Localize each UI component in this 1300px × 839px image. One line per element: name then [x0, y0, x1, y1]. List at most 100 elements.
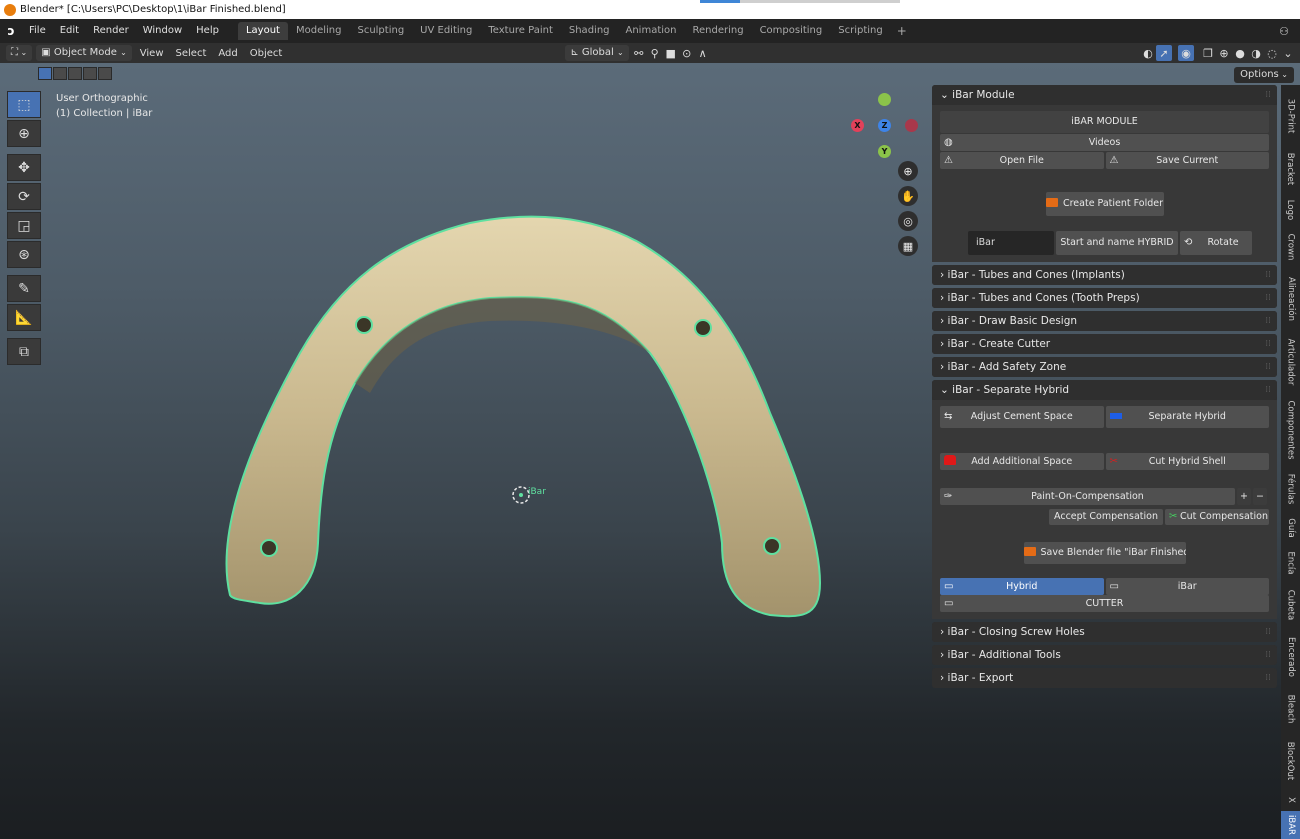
perspective-grid-icon[interactable]: ▦ — [898, 236, 918, 256]
tab-cubeta[interactable]: Cubeta — [1281, 583, 1300, 627]
tab-3d-print[interactable]: 3D-Print — [1281, 89, 1300, 143]
separate-hybrid-button[interactable]: Separate Hybrid — [1105, 406, 1269, 428]
menu-edit[interactable]: Edit — [53, 19, 86, 43]
pan-hand-icon[interactable]: ✋ — [898, 186, 918, 206]
drag-grip-icon[interactable]: ⁞⁞ — [1265, 85, 1271, 105]
menu-file[interactable]: File — [22, 19, 53, 43]
gizmo-y-positive-icon[interactable] — [878, 93, 891, 106]
tab-logo[interactable]: Logo — [1281, 195, 1300, 225]
drag-grip-icon[interactable]: ⁞⁞ — [1265, 668, 1271, 688]
add-compensation-button[interactable]: + — [1237, 488, 1251, 505]
tab-componentes[interactable]: Componentes — [1281, 395, 1300, 465]
tab-alineacion[interactable]: Alineación — [1281, 269, 1300, 329]
gizmo-y-axis-icon[interactable]: Y — [878, 145, 891, 158]
tab-x[interactable]: X — [1281, 791, 1300, 809]
videos-button[interactable]: ◍ Videos — [940, 134, 1269, 151]
paint-on-compensation-button[interactable]: ✑ Paint-On-Compensation — [940, 488, 1235, 505]
shading-material-icon[interactable]: ◑ — [1248, 45, 1264, 61]
name-input[interactable]: iBar — [968, 231, 1054, 255]
tab-articulador[interactable]: Articulador — [1281, 331, 1300, 393]
tab-layout[interactable]: Layout — [237, 22, 288, 40]
drag-grip-icon[interactable]: ⁞⁞ — [1265, 334, 1271, 354]
add-workspace-icon[interactable]: + — [891, 24, 913, 38]
ibar-model[interactable] — [0, 63, 930, 839]
tab-bracket[interactable]: Bracket — [1281, 145, 1300, 193]
panel-header-draw-design[interactable]: › iBar - Draw Basic Design ⁞⁞ — [932, 311, 1277, 331]
start-hybrid-button[interactable]: Start and name HYBRID — [1056, 231, 1178, 255]
remove-compensation-button[interactable]: − — [1253, 488, 1267, 505]
options-dropdown[interactable]: Options — [1234, 67, 1294, 83]
tab-blockout[interactable]: BlockOut — [1281, 733, 1300, 789]
panel-header-create-cutter[interactable]: › iBar - Create Cutter ⁞⁞ — [932, 334, 1277, 354]
save-blender-file-button[interactable]: Save Blender file "iBar Finished" — [1023, 542, 1186, 564]
tab-shading[interactable]: Shading — [561, 22, 618, 40]
create-patient-folder-button[interactable]: Create Patient Folder — [1045, 192, 1164, 216]
save-current-button[interactable]: ⚠ Save Current — [1105, 152, 1269, 169]
snap-target-icon[interactable]: ■ — [663, 45, 679, 61]
tab-bleach[interactable]: Bleach — [1281, 687, 1300, 731]
tab-encerado[interactable]: Encerado — [1281, 629, 1300, 685]
tab-animation[interactable]: Animation — [618, 22, 685, 40]
panel-header-separate-hybrid[interactable]: ⌄ iBar - Separate Hybrid ⁞⁞ — [932, 380, 1277, 400]
menu-window[interactable]: Window — [136, 19, 189, 43]
viewport-menu-add[interactable]: Add — [212, 48, 243, 59]
gizmo-toggle-icon[interactable]: ➚ — [1156, 45, 1172, 61]
cut-compensation-button[interactable]: ✂ Cut Compensation — [1165, 509, 1269, 525]
proportional-edit-icon[interactable]: ⊙ — [679, 45, 695, 61]
tab-ibar[interactable]: iBAR — [1281, 811, 1300, 839]
panel-header-tubes-implants[interactable]: › iBar - Tubes and Cones (Implants) ⁞⁞ — [932, 265, 1277, 285]
tab-sculpting[interactable]: Sculpting — [349, 22, 412, 40]
tab-rendering[interactable]: Rendering — [684, 22, 751, 40]
shading-options-icon[interactable]: ⌄ — [1280, 45, 1296, 61]
navigation-gizmo[interactable]: X Z Y — [848, 89, 918, 159]
editor-type-icon[interactable]: ⛶ — [6, 45, 33, 61]
drag-grip-icon[interactable]: ⁞⁞ — [1265, 645, 1271, 665]
overlay-toggle-icon[interactable]: ◉ — [1178, 45, 1194, 61]
scene-selector-icon[interactable]: ⚇ — [1276, 23, 1292, 39]
snap-icon[interactable]: ⚲ — [647, 45, 663, 61]
panel-header-tubes-preps[interactable]: › iBar - Tubes and Cones (Tooth Preps) ⁞⁞ — [932, 288, 1277, 308]
panel-header-export[interactable]: › iBar - Export ⁞⁞ — [932, 668, 1277, 688]
panel-header-ibar-module[interactable]: ⌄ iBar Module ⁞⁞ — [932, 85, 1277, 105]
hybrid-toggle-button[interactable]: ▭ Hybrid — [940, 578, 1104, 595]
viewport-menu-view[interactable]: View — [134, 48, 170, 59]
transform-orientation-selector[interactable]: ⊾ Global — [565, 45, 629, 61]
tab-ferulas[interactable]: Férulas — [1281, 467, 1300, 511]
visibility-icon[interactable]: ◐ — [1140, 45, 1156, 61]
gizmo-x-axis-icon[interactable]: X — [851, 119, 864, 132]
tab-guia[interactable]: Guía — [1281, 513, 1300, 543]
drag-grip-icon[interactable]: ⁞⁞ — [1265, 311, 1271, 331]
shading-wireframe-icon[interactable]: ⊕ — [1216, 45, 1232, 61]
accept-compensation-button[interactable]: Accept Compensation — [1049, 509, 1163, 525]
tab-scripting[interactable]: Scripting — [830, 22, 890, 40]
panel-header-safety-zone[interactable]: › iBar - Add Safety Zone ⁞⁞ — [932, 357, 1277, 377]
tab-uv-editing[interactable]: UV Editing — [412, 22, 480, 40]
menu-help[interactable]: Help — [189, 19, 226, 43]
ibar-toggle-button[interactable]: ▭ iBar — [1105, 578, 1269, 595]
blender-menu-icon[interactable]: ↄ — [0, 19, 22, 43]
zoom-icon[interactable]: ⊕ — [898, 161, 918, 181]
drag-grip-icon[interactable]: ⁞⁞ — [1265, 288, 1271, 308]
shading-rendered-icon[interactable]: ◌ — [1264, 45, 1280, 61]
falloff-icon[interactable]: ∧ — [695, 45, 711, 61]
drag-grip-icon[interactable]: ⁞⁞ — [1265, 380, 1271, 400]
shading-solid-icon[interactable]: ● — [1232, 45, 1248, 61]
cutter-toggle-button[interactable]: ▭ CUTTER — [940, 595, 1269, 612]
adjust-cement-space-button[interactable]: ⇆ Adjust Cement Space — [940, 406, 1104, 428]
gizmo-x-negative-icon[interactable] — [905, 119, 918, 132]
mode-selector[interactable]: ▣ Object Mode — [36, 45, 132, 61]
xray-icon[interactable]: ❐ — [1200, 45, 1216, 61]
panel-header-additional-tools[interactable]: › iBar - Additional Tools ⁞⁞ — [932, 645, 1277, 665]
drag-grip-icon[interactable]: ⁞⁞ — [1265, 622, 1271, 642]
rotate-button[interactable]: ⟲ Rotate — [1180, 231, 1252, 255]
drag-grip-icon[interactable]: ⁞⁞ — [1265, 265, 1271, 285]
tab-crown[interactable]: Crown — [1281, 227, 1300, 267]
tab-compositing[interactable]: Compositing — [752, 22, 831, 40]
drag-grip-icon[interactable]: ⁞⁞ — [1265, 357, 1271, 377]
panel-header-closing-screw-holes[interactable]: › iBar - Closing Screw Holes ⁞⁞ — [932, 622, 1277, 642]
open-file-button[interactable]: ⚠ Open File — [940, 152, 1104, 169]
menu-render[interactable]: Render — [86, 19, 136, 43]
viewport-menu-select[interactable]: Select — [170, 48, 213, 59]
pivot-icon[interactable]: ⚯ — [631, 45, 647, 61]
tab-encia[interactable]: Encía — [1281, 545, 1300, 581]
